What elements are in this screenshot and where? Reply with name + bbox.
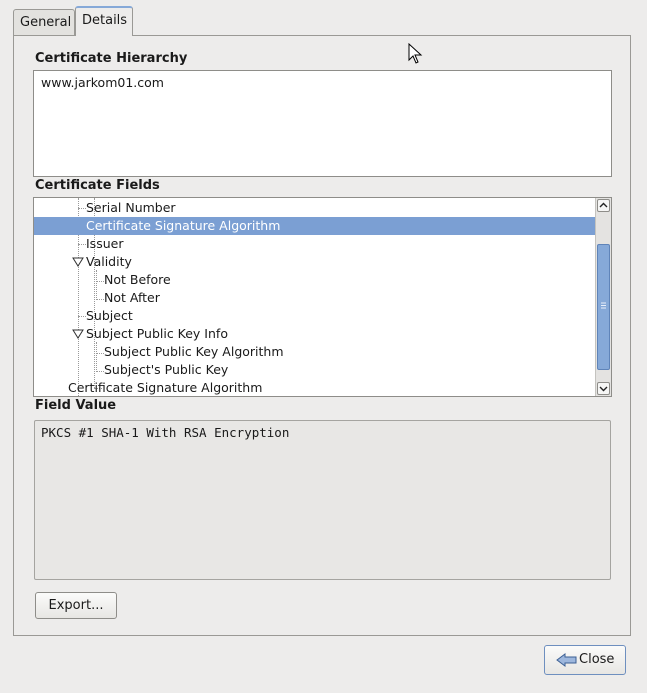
tree-row-label: Validity (86, 254, 132, 269)
tree-row-label: Subject Public Key Info (86, 326, 228, 341)
tree-row-label: Certificate Signature Algorithm (86, 218, 281, 233)
mouse-cursor-icon (408, 43, 423, 64)
tree-row[interactable]: Subject's Public Key (34, 361, 596, 379)
tree-row-label: Subject Public Key Algorithm (104, 344, 284, 359)
tree-row-selected[interactable]: Certificate Signature Algorithm (34, 217, 596, 235)
tree-row-label: Not Before (104, 272, 171, 287)
scrollbar-thumb[interactable] (597, 244, 610, 370)
certificate-fields-label: Certificate Fields (35, 178, 160, 193)
export-button[interactable]: Export... (35, 592, 117, 619)
tree-row[interactable]: Certificate Signature Algorithm (34, 379, 596, 396)
tree-row-label: Certificate Signature Algorithm (68, 380, 263, 395)
field-value-text[interactable]: PKCS #1 SHA-1 With RSA Encryption (34, 420, 611, 580)
close-button[interactable]: Close (544, 645, 626, 675)
scroll-down-button[interactable] (597, 382, 610, 395)
field-value-content: PKCS #1 SHA-1 With RSA Encryption (41, 425, 290, 440)
tree-row[interactable]: Not After (34, 289, 596, 307)
tab-details-label: Details (82, 13, 128, 28)
grip-icon (601, 302, 606, 309)
chevron-up-icon (599, 202, 608, 208)
chevron-down-icon (599, 386, 608, 392)
tree-row-label: Not After (104, 290, 160, 305)
tree-row-label: Issuer (86, 236, 124, 251)
scroll-up-button[interactable] (597, 199, 610, 212)
tree-row[interactable]: Subject Public Key Algorithm (34, 343, 596, 361)
certificate-fields-tree[interactable]: Serial Number Certificate Signature Algo… (33, 197, 612, 397)
close-arrow-icon (556, 653, 577, 667)
vertical-scrollbar[interactable] (595, 198, 611, 396)
certificate-hierarchy-label: Certificate Hierarchy (35, 51, 188, 66)
close-button-label: Close (579, 652, 615, 667)
tree-row[interactable]: Validity (34, 253, 596, 271)
tree-row[interactable]: Subject Public Key Info (34, 325, 596, 343)
tree-row[interactable]: Not Before (34, 271, 596, 289)
tree-row[interactable]: Serial Number (34, 199, 596, 217)
tab-general-label: General (20, 15, 72, 30)
tab-general[interactable]: General (13, 9, 75, 35)
field-value-label: Field Value (35, 398, 117, 413)
hierarchy-item[interactable]: www.jarkom01.com (41, 75, 164, 90)
expander-expanded-icon[interactable] (72, 329, 84, 339)
tree-row[interactable]: Subject (34, 307, 596, 325)
tree-row-label: Subject (86, 308, 133, 323)
tree-row-label: Serial Number (86, 200, 176, 215)
tree-row[interactable]: Issuer (34, 235, 596, 253)
export-button-label: Export... (48, 598, 104, 613)
tab-details[interactable]: Details (75, 6, 133, 36)
certificate-hierarchy-tree[interactable]: www.jarkom01.com (33, 70, 612, 177)
tree-row-label: Subject's Public Key (104, 362, 229, 377)
expander-expanded-icon[interactable] (72, 257, 84, 267)
